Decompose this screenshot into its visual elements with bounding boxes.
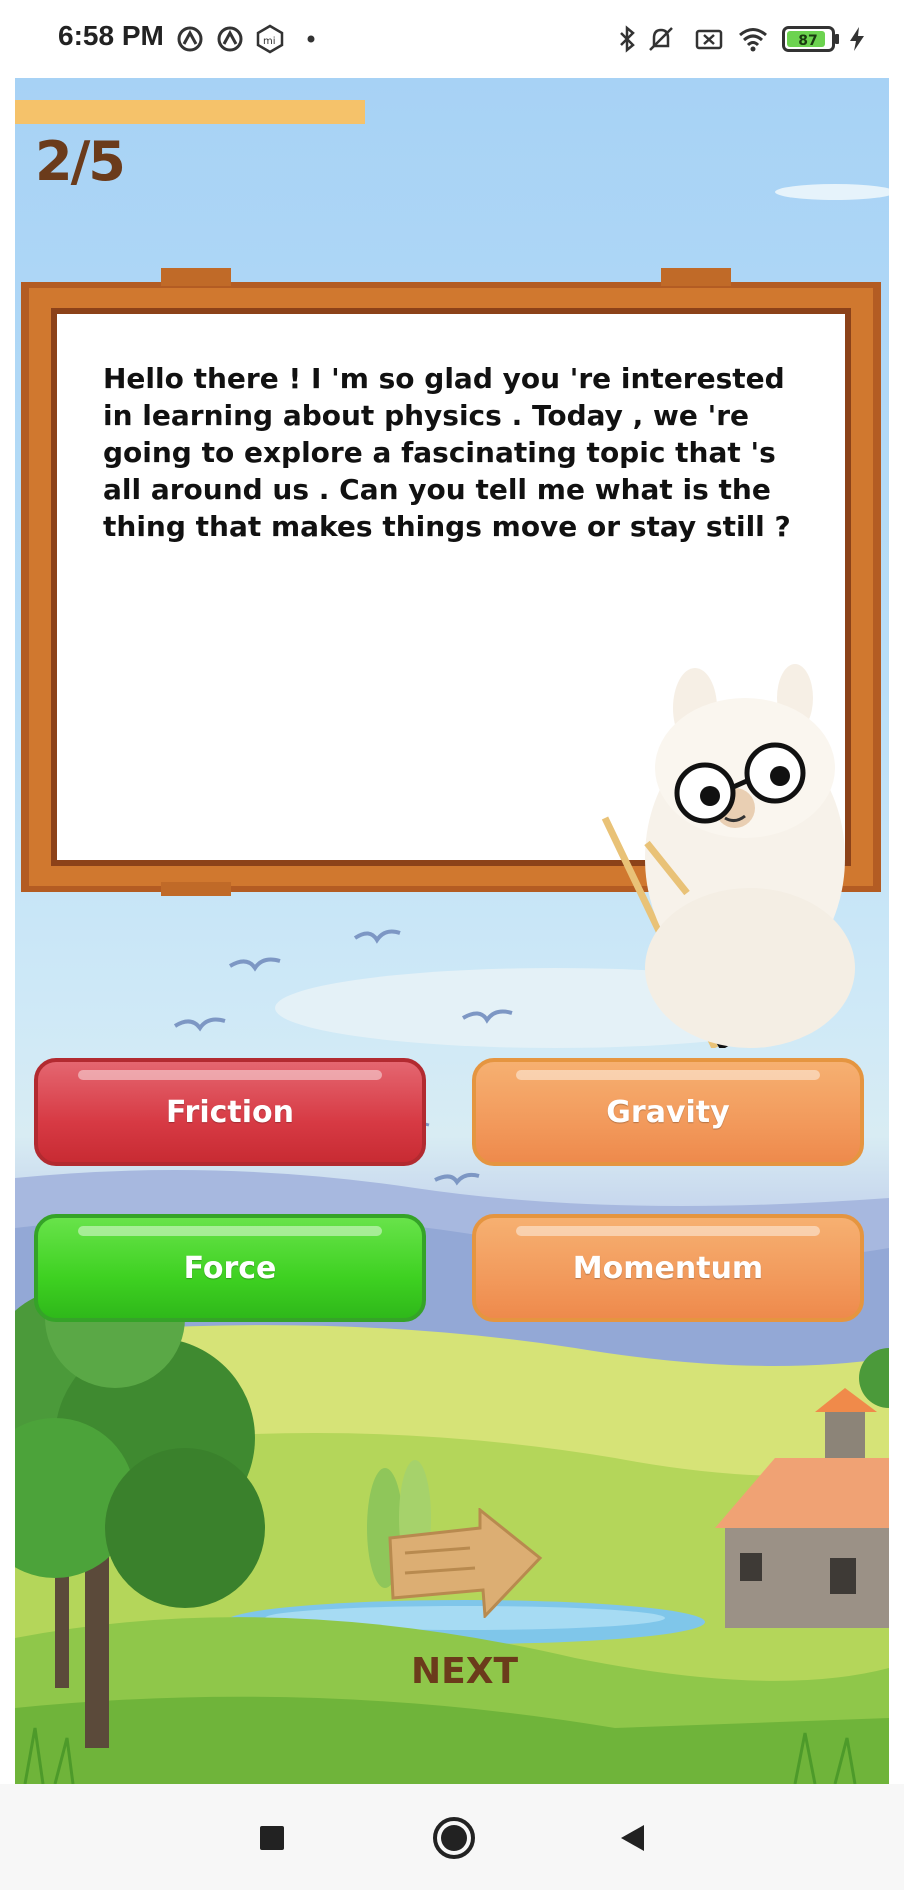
progress-fill [15,100,365,124]
bluetooth-icon [620,25,635,53]
mute-icon [649,27,673,51]
answer-button-gravity[interactable]: Gravity [472,1058,864,1166]
next-button[interactable]: NEXT [375,1428,575,1692]
mi-icon: mi [256,24,284,54]
svg-text:mi: mi [263,36,276,47]
charging-icon [850,27,864,51]
svg-text:87: 87 [798,33,817,49]
answer-button-force[interactable]: Force [34,1214,426,1322]
status-bar: 6:58 PM mi 87 [0,0,904,78]
back-button[interactable] [602,1808,662,1868]
question-text: Hello there ! I 'm so glad you 're inter… [103,362,791,543]
next-label: NEXT [411,1651,519,1692]
home-button[interactable] [424,1808,484,1868]
wifi-icon [739,28,767,52]
recents-icon [260,1826,284,1850]
notification-icon [217,26,243,52]
battery-icon: 87 [782,26,839,52]
answer-button-friction[interactable]: Friction [34,1058,426,1166]
quiz-scene: 2/5 Hello there ! I 'm so glad you 're i… [15,78,889,1784]
notification-icon [177,26,203,52]
progress-bar [15,100,889,124]
status-time: 6:58 PM [58,20,164,51]
back-icon [621,1825,644,1851]
question-counter: 2/5 [35,130,126,193]
arrow-signpost-icon [388,1508,543,1618]
alpaca-mascot [601,664,855,1048]
dot-icon [307,35,315,43]
sim-icon [695,29,723,50]
navigation-bar [0,1784,904,1890]
home-icon [433,1817,475,1859]
answer-button-momentum[interactable]: Momentum [472,1214,864,1322]
recents-button[interactable] [242,1808,302,1868]
